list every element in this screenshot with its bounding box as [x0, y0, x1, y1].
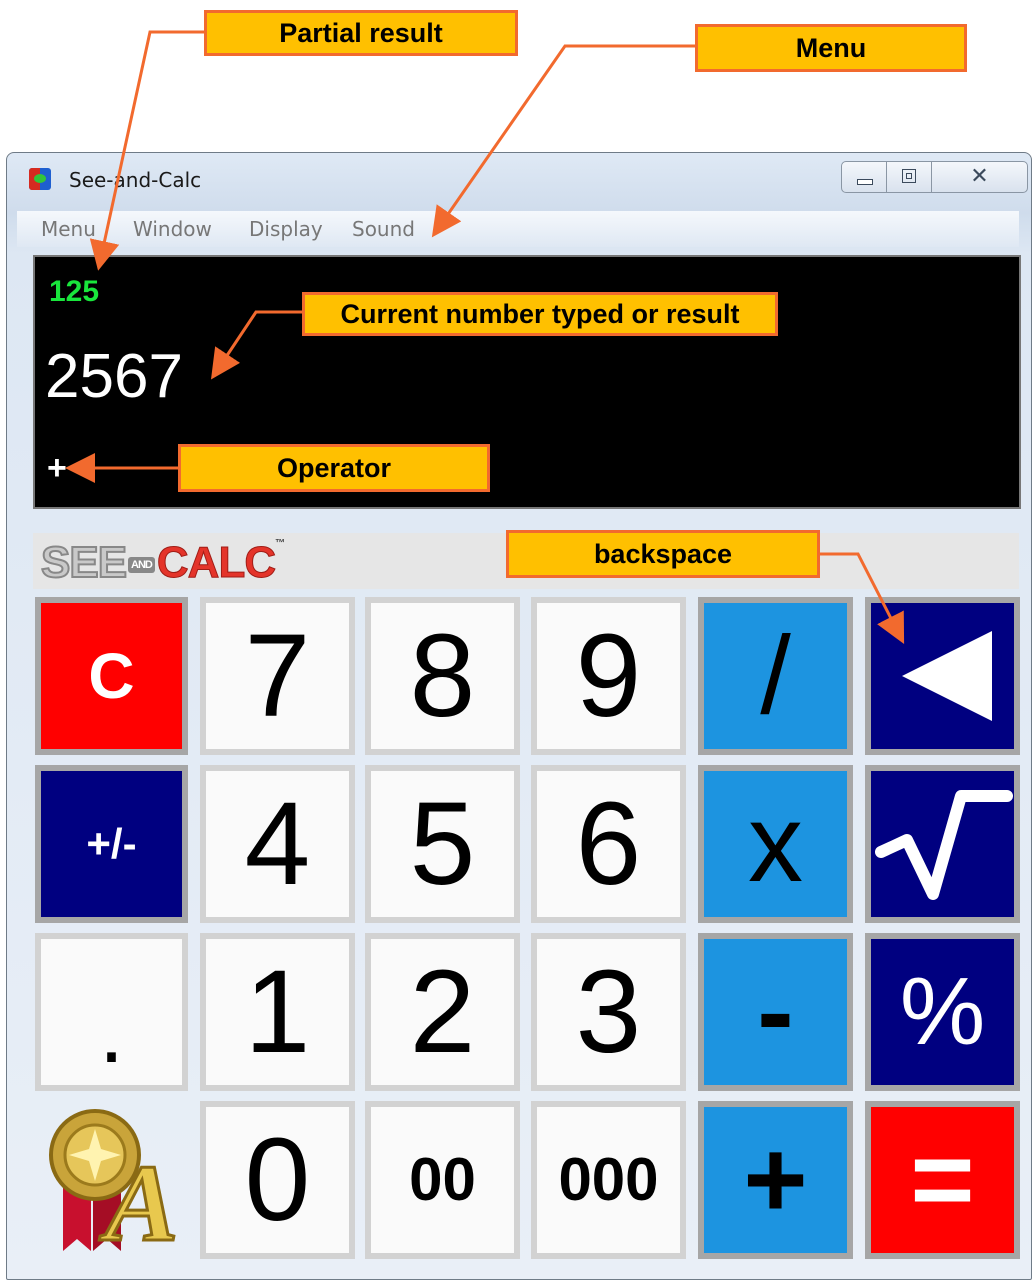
callout-menu: Menu [695, 24, 967, 72]
callout-partial-result: Partial result [204, 10, 518, 56]
annotation-arrows [65, 30, 905, 645]
callout-current-number: Current number typed or result [302, 292, 778, 336]
callout-operator: Operator [178, 444, 490, 492]
callout-backspace: backspace [506, 530, 820, 578]
